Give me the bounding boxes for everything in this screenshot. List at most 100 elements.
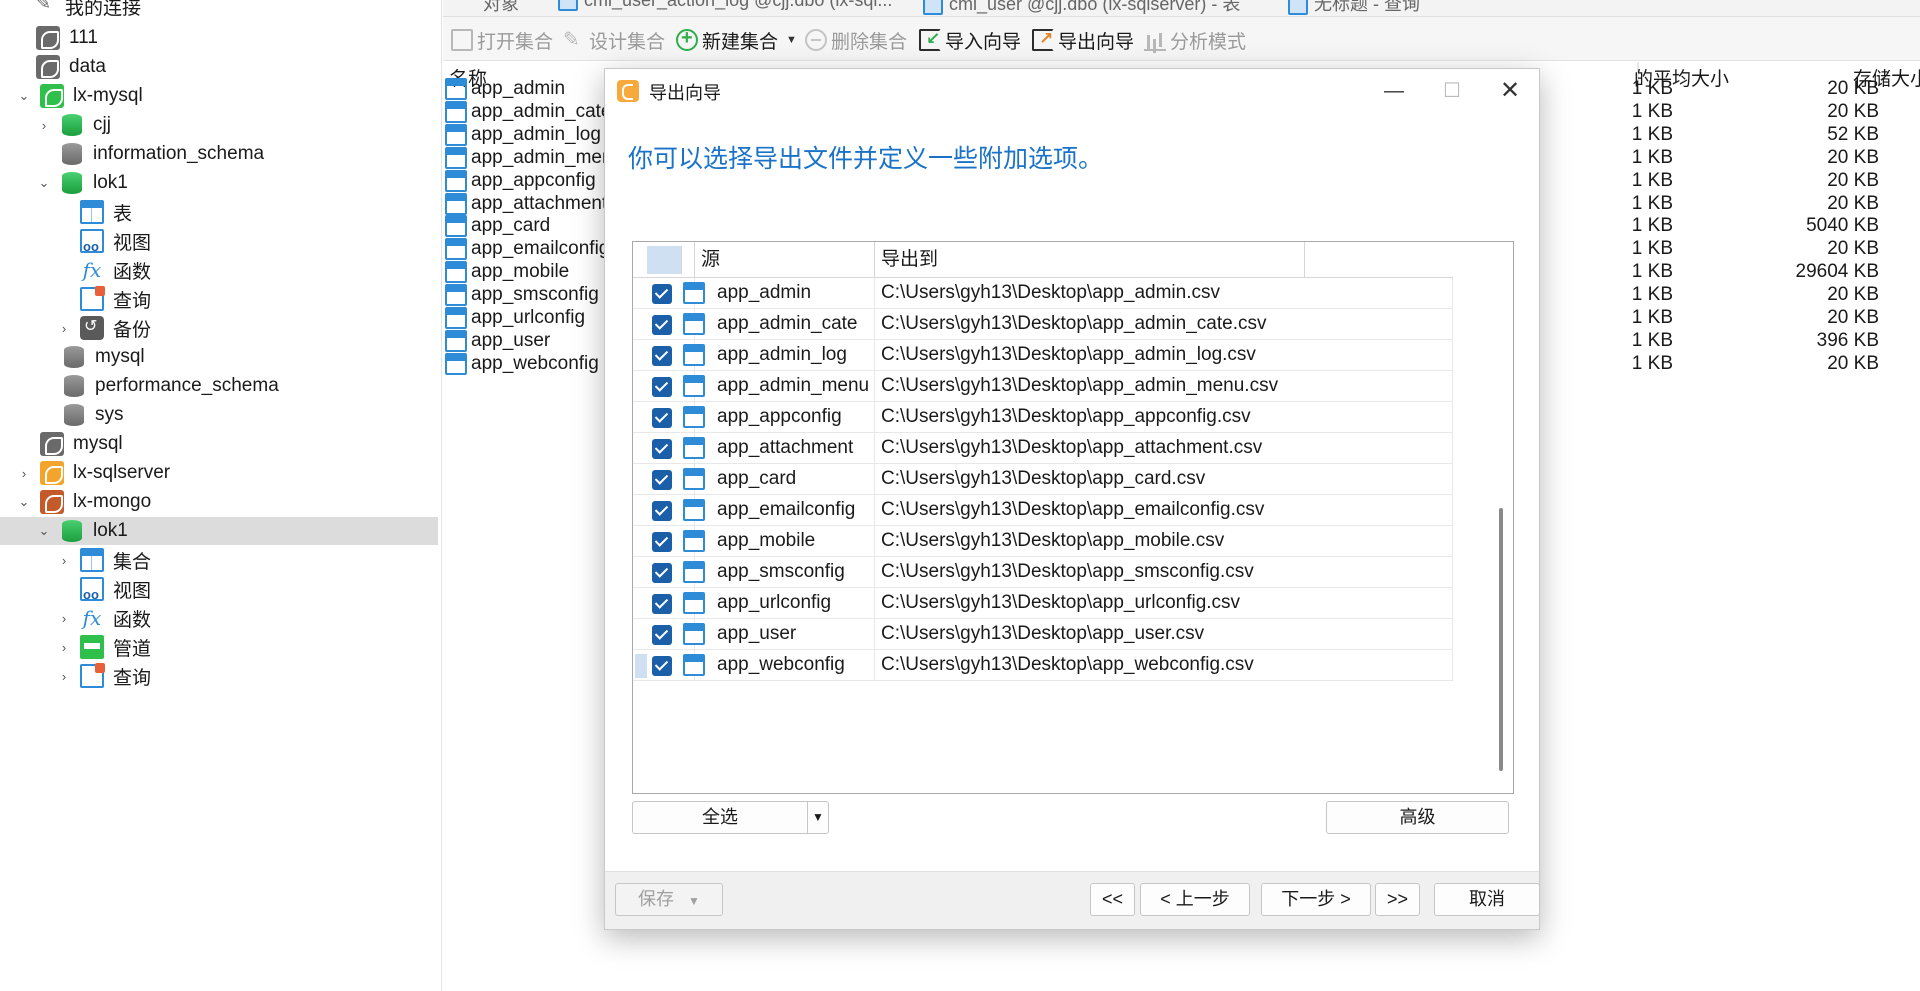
tree-item-connection-mysql[interactable]: mysql [0,430,438,458]
export-path-cell[interactable]: C:\Users\gyh13\Desktop\app_user.csv [875,619,1453,649]
tree-item-db-sys[interactable]: sys [0,401,438,429]
tree-item-db-lok1[interactable]: ⌄ lok1 [0,169,438,197]
chevron-down-icon[interactable]: ⌄ [37,175,51,191]
first-step-button[interactable]: << [1090,883,1135,916]
tree-item-db-information-schema[interactable]: information_schema [0,140,438,168]
last-step-button[interactable]: >> [1375,883,1420,916]
tree-item-db-cjj[interactable]: › cjj [0,111,438,139]
tree-item-db-performance-schema[interactable]: performance_schema [0,372,438,400]
tree-item-queries[interactable]: 查询 [0,285,438,313]
export-row[interactable]: app_user C:\Users\gyh13\Desktop\app_user.… [633,619,1453,650]
minimize-icon[interactable]: — [1365,69,1423,113]
tree-item-connection-lx-sqlserver[interactable]: › lx-sqlserver [0,459,438,487]
next-step-button[interactable]: 下一步 > [1261,883,1371,916]
select-all-button[interactable]: 全选 [632,801,807,834]
tree-item-label: lok1 [93,172,128,193]
select-all-dropdown[interactable]: ▼ [807,801,829,834]
export-path-cell[interactable]: C:\Users\gyh13\Desktop\app_admin_log.csv [875,340,1453,370]
toolbar: 打开集合 设计集合 新建集合 ▼ 删除集合 导入向导 导出向导 分析模式 [443,17,1920,61]
dialog-titlebar[interactable]: 导出向导 — ☐ ✕ [605,69,1539,113]
storage-size-cell: 5040 KB [1806,215,1879,237]
export-path-cell[interactable]: C:\Users\gyh13\Desktop\app_card.csv [875,464,1453,494]
export-row[interactable]: app_card C:\Users\gyh13\Desktop\app_card.… [633,464,1453,495]
design-collection-button[interactable]: 设计集合 [563,27,665,53]
export-row[interactable]: app_mobile C:\Users\gyh13\Desktop\app_mob… [633,526,1453,557]
connection-icon [34,0,56,17]
export-row[interactable]: app_emailconfig C:\Users\gyh13\Desktop\ap… [633,495,1453,526]
chevron-down-icon[interactable]: ⌄ [17,88,31,104]
tree-item-backups[interactable]: › 备份 [0,314,438,342]
source-cell: app_urlconfig [695,588,875,618]
export-path-cell[interactable]: C:\Users\gyh13\Desktop\app_smsconfig.csv [875,557,1453,587]
tab-objects[interactable]: 对象 [473,0,529,16]
source-cell: app_user [695,619,875,649]
export-path-cell[interactable]: C:\Users\gyh13\Desktop\app_webconfig.csv [875,650,1453,680]
chevron-down-icon[interactable]: ⌄ [17,494,31,510]
tab-cml-user[interactable]: cml_user @cjj.dbo (lx-sqlserver) - 表 [913,0,1250,16]
chevron-down-icon[interactable]: ⌄ [37,523,51,539]
chevron-right-icon[interactable]: › [57,611,71,626]
export-row[interactable]: app_webconfig C:\Users\gyh13\Desktop\app_… [633,650,1453,681]
export-row[interactable]: app_admin_log C:\Users\gyh13\Desktop\app_… [633,340,1453,371]
caret-down-icon[interactable]: ▼ [786,34,797,46]
export-path-cell[interactable]: C:\Users\gyh13\Desktop\app_attachment.cs… [875,433,1453,463]
export-path-cell[interactable]: C:\Users\gyh13\Desktop\app_admin.csv [875,278,1453,308]
column-header-export-to[interactable]: 导出到 [875,242,1305,278]
chevron-right-icon[interactable]: › [17,466,31,481]
close-icon[interactable]: ✕ [1481,69,1539,113]
vertical-scrollbar[interactable] [1499,508,1503,771]
import-wizard-button[interactable]: 导入向导 [919,27,1021,53]
export-row[interactable]: app_appconfig C:\Users\gyh13\Desktop\app_… [633,402,1453,433]
tree-item-connection-lx-mysql[interactable]: ⌄ lx-mysql [0,82,438,110]
export-path-cell[interactable]: C:\Users\gyh13\Desktop\app_admin_cate.cs… [875,309,1453,339]
tree-item-functions[interactable]: fx 函数 [0,256,438,284]
tree-item-mongo-queries[interactable]: › 查询 [0,662,438,690]
export-path-cell[interactable]: C:\Users\gyh13\Desktop\app_urlconfig.csv [875,588,1453,618]
tree-item-db-mysql[interactable]: mysql [0,343,438,371]
tree-item-tables[interactable]: 表 [0,198,438,226]
export-row[interactable]: app_urlconfig C:\Users\gyh13\Desktop\app_… [633,588,1453,619]
tree-item-mongo-db-lok1[interactable]: ⌄ lok1 [0,517,438,545]
analyze-mode-button[interactable]: 分析模式 [1144,27,1246,53]
export-path-cell[interactable]: C:\Users\gyh13\Desktop\app_mobile.csv [875,526,1453,556]
delete-collection-button[interactable]: 删除集合 [805,27,907,53]
chevron-right-icon[interactable]: › [57,321,71,336]
export-row[interactable]: app_admin C:\Users\gyh13\Desktop\app_admi… [633,278,1453,309]
chevron-right-icon[interactable]: › [57,553,71,568]
open-collection-button[interactable]: 打开集合 [451,27,553,53]
save-button[interactable]: 保存 ▼ [615,883,723,916]
export-row[interactable]: app_smsconfig C:\Users\gyh13\Desktop\app_… [633,557,1453,588]
tree-item-connection-lx-mongo[interactable]: ⌄ lx-mongo [0,488,438,516]
export-row[interactable]: app_admin_cate C:\Users\gyh13\Desktop\app… [633,309,1453,340]
new-collection-button[interactable]: 新建集合 ▼ [676,27,797,53]
maximize-icon[interactable]: ☐ [1423,69,1481,113]
tab-label: 对象 [483,0,519,14]
tree-item-mongo-views[interactable]: 视图 [0,575,438,603]
tree-item-pipelines[interactable]: › 管道 [0,633,438,661]
tree-item-views[interactable]: 视图 [0,227,438,255]
tree-item-connection-111[interactable]: 111 [0,24,438,52]
chevron-right-icon[interactable]: › [37,118,51,133]
column-header-source[interactable]: 源 [695,242,875,278]
export-wizard-button[interactable]: 导出向导 [1032,27,1134,53]
object-row[interactable]: app_webconfig [445,351,599,377]
export-row[interactable]: app_admin_menu C:\Users\gyh13\Desktop\app… [633,371,1453,402]
export-row[interactable]: app_attachment C:\Users\gyh13\Desktop\app… [633,433,1453,464]
tree-item-collections[interactable]: › 集合 [0,546,438,574]
tab-cml-user-action-log[interactable]: cml_user_action_log @cjj.dbo (lx-sql... [548,0,902,16]
sqlserver-connection-icon [40,461,64,485]
tree-item-connection-data[interactable]: data [0,53,438,81]
tree-item-my-connections[interactable]: 我的连接 [0,0,438,20]
export-path-cell[interactable]: C:\Users\gyh13\Desktop\app_emailconfig.c… [875,495,1453,525]
avg-size-cell: 1 KB [1631,123,1673,145]
advanced-button[interactable]: 高级 [1326,801,1509,834]
tree-item-mongo-functions[interactable]: › fx 函数 [0,604,438,632]
cancel-button[interactable]: 取消 [1434,883,1540,916]
tab-untitled-query[interactable]: 无标题 - 查询 [1278,0,1430,16]
previous-step-button[interactable]: < 上一步 [1140,883,1250,916]
chevron-right-icon[interactable]: › [57,669,71,684]
tree-item-label: 查询 [113,667,152,689]
export-path-cell[interactable]: C:\Users\gyh13\Desktop\app_admin_menu.cs… [875,371,1453,401]
chevron-right-icon[interactable]: › [57,640,71,655]
export-path-cell[interactable]: C:\Users\gyh13\Desktop\app_appconfig.csv [875,402,1453,432]
